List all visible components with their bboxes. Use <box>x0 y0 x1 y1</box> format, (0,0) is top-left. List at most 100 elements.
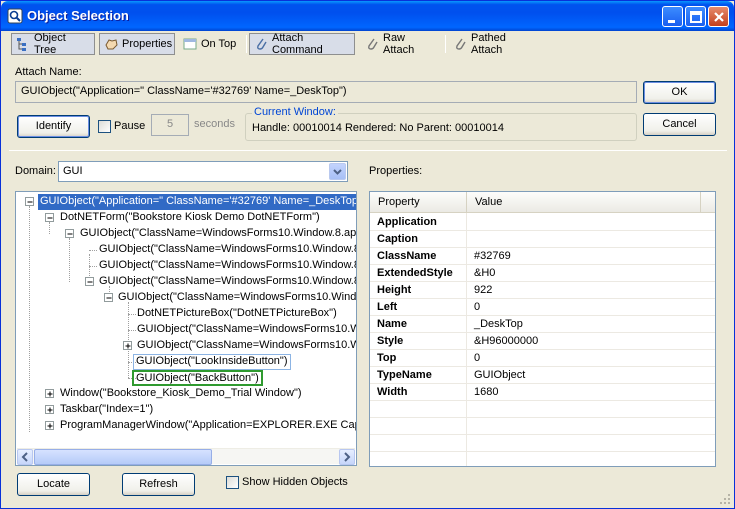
chevron-down-icon[interactable] <box>329 163 346 180</box>
property-row[interactable]: Top 0 <box>370 350 715 367</box>
on-top-button[interactable]: On Top <box>179 33 245 55</box>
domain-select[interactable]: GUI <box>58 161 348 182</box>
tree-node-desktop[interactable]: GUIObject("Application=" ClassName='#327… <box>38 194 356 210</box>
minimize-button[interactable] <box>662 6 683 27</box>
expand-icon[interactable] <box>45 389 54 398</box>
tree-connector <box>69 238 70 282</box>
object-tree-label: Object Tree <box>34 32 66 56</box>
object-tree[interactable]: GUIObject("Application=" ClassName='#327… <box>15 191 357 466</box>
resize-grip-icon[interactable] <box>719 493 731 505</box>
domain-label: Domain: <box>15 165 56 177</box>
column-header-value[interactable]: Value <box>467 192 701 213</box>
property-key: Width <box>377 386 408 398</box>
toolbar-separator <box>445 35 446 53</box>
cancel-button[interactable]: Cancel <box>643 113 716 136</box>
property-key: Style <box>377 335 404 347</box>
property-row[interactable]: ClassName #32769 <box>370 248 715 265</box>
properties-grid[interactable]: Property Value Application Caption Class… <box>369 191 716 467</box>
properties-header: Property Value <box>370 192 715 213</box>
property-row[interactable]: Application <box>370 214 715 231</box>
pause-checkbox[interactable] <box>98 120 111 133</box>
expand-icon[interactable] <box>123 341 132 350</box>
collapse-icon[interactable] <box>45 213 54 222</box>
tree-connector <box>49 222 50 234</box>
property-row[interactable]: Height 922 <box>370 282 715 299</box>
collapse-icon[interactable] <box>65 229 74 238</box>
scroll-right-icon[interactable] <box>339 449 355 465</box>
ok-button[interactable]: OK <box>643 81 716 104</box>
tree-connector <box>89 250 97 251</box>
hand-icon <box>103 36 119 52</box>
property-row[interactable]: Width 1680 <box>370 384 715 401</box>
locate-button[interactable]: Locate <box>17 473 90 496</box>
tree-node[interactable]: ProgramManagerWindow("Application=EXPLOR… <box>58 418 356 434</box>
pathed-attach-button[interactable]: Pathed Attach <box>449 32 541 56</box>
window-icon <box>182 36 198 52</box>
tree-node[interactable]: GUIObject("ClassName=WindowsForms10.Wind… <box>97 274 356 290</box>
tree-node[interactable]: GUIObject("ClassName=WindowsForms10.Wind… <box>78 226 356 242</box>
collapse-icon[interactable] <box>104 293 113 302</box>
property-row[interactable]: Style &H96000000 <box>370 333 715 350</box>
tree-node[interactable]: GUIObject("ClassName=WindowsForms10.Win <box>135 338 356 354</box>
tree-horizontal-scrollbar[interactable] <box>17 448 355 465</box>
column-header-property[interactable]: Property <box>370 192 467 213</box>
tree-node-look-inside-button[interactable]: GUIObject("LookInsideButton") <box>133 354 291 370</box>
tree-node[interactable]: Taskbar("Index=1") <box>58 402 155 418</box>
properties-label: Properties <box>122 38 173 50</box>
identify-button[interactable]: Identify <box>17 115 90 138</box>
scrollbar-thumb[interactable] <box>34 449 212 465</box>
attach-name-field[interactable]: GUIObject("Application=" ClassName='#327… <box>15 81 637 103</box>
tree-node[interactable]: GUIObject("ClassName=WindowsForms10.Wind… <box>97 258 356 274</box>
property-row[interactable]: Left 0 <box>370 299 715 316</box>
tree-icon <box>15 36 31 52</box>
section-divider <box>9 150 727 151</box>
current-window-group: Current Window: Handle: 00010014 Rendere… <box>245 106 637 141</box>
property-key: ExtendedStyle <box>377 267 453 279</box>
property-value: 0 <box>474 352 481 364</box>
tree-connector <box>29 206 30 432</box>
properties-section-label: Properties: <box>369 165 423 177</box>
paperclip-icon <box>253 36 269 52</box>
tree-node[interactable]: GUIObject("ClassName=WindowsForms10.Wind… <box>97 242 356 258</box>
maximize-button[interactable] <box>685 6 706 27</box>
refresh-button[interactable]: Refresh <box>122 473 195 496</box>
show-hidden-label: Show Hidden Objects <box>242 476 348 488</box>
pause-seconds-input[interactable]: 5 <box>151 114 189 136</box>
property-key: Application <box>377 216 437 228</box>
domain-value: GUI <box>63 165 83 177</box>
pause-label: Pause <box>114 120 146 132</box>
property-row[interactable]: Caption <box>370 231 715 248</box>
raw-attach-button[interactable]: Raw Attach <box>361 32 441 56</box>
properties-button[interactable]: Properties <box>99 33 175 55</box>
close-button[interactable] <box>708 6 729 27</box>
scroll-left-icon[interactable] <box>17 449 33 465</box>
property-key: Top <box>377 352 397 364</box>
tree-node[interactable]: DotNETPictureBox("DotNETPictureBox") <box>135 306 339 322</box>
toolbar: Object Tree Properties On Top Attach Com… <box>9 32 729 56</box>
property-row-empty <box>370 401 715 418</box>
on-top-label: On Top <box>201 38 237 50</box>
property-row[interactable]: TypeName GUIObject <box>370 367 715 384</box>
title-bar[interactable]: Object Selection <box>1 1 734 31</box>
property-row[interactable]: Name _DeskTop <box>370 316 715 333</box>
tree-node[interactable]: GUIObject("ClassName=WindowsForms10.Win <box>135 322 356 338</box>
tree-node[interactable]: DotNETForm("Bookstore Kiosk Demo DotNETF… <box>58 210 322 226</box>
property-row[interactable]: ExtendedStyle &H0 <box>370 265 715 282</box>
property-value: 1680 <box>474 386 499 398</box>
collapse-icon[interactable] <box>25 197 34 206</box>
tree-node[interactable]: Window("Bookstore_Kiosk_Demo_Trial Windo… <box>58 386 304 402</box>
tree-connector <box>89 266 97 267</box>
collapse-icon[interactable] <box>85 277 94 286</box>
tree-node[interactable]: GUIObject("ClassName=WindowsForms10.Wind… <box>116 290 356 306</box>
property-row-empty <box>370 435 715 452</box>
attach-command-button[interactable]: Attach Command <box>249 32 355 56</box>
pathed-attach-label: Pathed Attach <box>471 32 506 56</box>
expand-icon[interactable] <box>45 421 54 430</box>
tree-node-back-button[interactable]: GUIObject("BackButton") <box>132 370 263 386</box>
property-key: ClassName <box>377 250 437 262</box>
property-value: 0 <box>474 301 481 313</box>
show-hidden-checkbox[interactable] <box>226 476 239 489</box>
object-tree-button[interactable]: Object Tree <box>11 32 95 56</box>
expand-icon[interactable] <box>45 405 54 414</box>
property-row-empty <box>370 418 715 435</box>
